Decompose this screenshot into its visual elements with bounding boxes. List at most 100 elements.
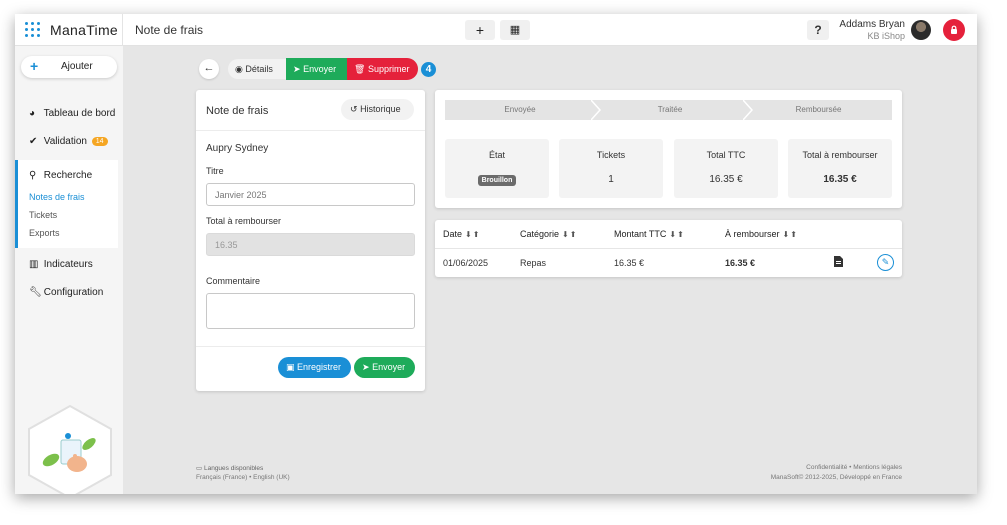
- logout-icon[interactable]: [943, 19, 965, 41]
- send-label: Envoyer: [303, 64, 337, 74]
- titre-input[interactable]: Janvier 2025: [206, 183, 415, 206]
- legal-links[interactable]: Confidentialité • Mentions légales: [806, 464, 902, 471]
- add-icon[interactable]: +: [465, 20, 495, 40]
- stat-value: 16.35 €: [823, 174, 857, 185]
- sidebar-item-label: Tableau de bord: [43, 108, 116, 119]
- stat-value: 1: [608, 174, 614, 185]
- stat-etat: État Brouillon: [445, 139, 549, 198]
- help-button[interactable]: ?: [807, 20, 829, 40]
- page-title: Note de frais: [135, 23, 204, 37]
- sidebar-item-configuration[interactable]: 🔧︎ Configuration: [29, 287, 103, 298]
- sidebar-item-label: Configuration: [43, 287, 104, 298]
- step-count-badge: 4: [421, 62, 436, 77]
- receipt-icon[interactable]: [834, 256, 843, 267]
- sidebar-item-dashboard[interactable]: ◕ Tableau de bord: [29, 108, 115, 119]
- pie-chart-icon: ◕: [29, 108, 36, 119]
- total-field: 16.35: [206, 233, 415, 256]
- divider: [196, 346, 425, 347]
- details-label: Détails: [245, 64, 273, 74]
- sidebar-item-label: Recherche: [43, 170, 93, 181]
- form-send-label: Envoyer: [372, 362, 406, 372]
- header-label: Montant TTC: [614, 229, 667, 239]
- user-organization: KB iShop: [867, 31, 905, 41]
- divider: [196, 130, 425, 131]
- column-header-category[interactable]: Catégorie ⬇⬆: [520, 229, 577, 239]
- form-title: Note de frais: [206, 105, 269, 117]
- employee-name: Aupry Sydney: [206, 143, 269, 154]
- edit-icon[interactable]: ✎: [877, 254, 894, 271]
- sidebar-sub-notes-de-frais[interactable]: Notes de frais: [29, 192, 85, 202]
- languages-list[interactable]: Français (France) • English (UK): [196, 474, 290, 481]
- divider: [435, 248, 902, 249]
- paper-plane-icon: ➤: [362, 362, 370, 372]
- add-button-label: Ajouter: [61, 61, 93, 72]
- check-icon: ✔: [29, 136, 38, 147]
- avatar[interactable]: [911, 20, 931, 40]
- header-label: À rembourser: [725, 229, 780, 239]
- history-icon: ↺: [350, 104, 358, 114]
- paper-plane-icon: ➤: [293, 64, 301, 74]
- history-label: Historique: [360, 104, 401, 114]
- cell-refund: 16.35 €: [725, 258, 756, 268]
- history-button[interactable]: ↺ Historique: [341, 99, 414, 120]
- sort-arrows-icon[interactable]: ⬇⬆: [465, 230, 480, 239]
- save-label: Enregistrer: [297, 362, 342, 372]
- send-button[interactable]: ➤ Envoyer: [286, 58, 347, 80]
- header-label: Catégorie: [520, 229, 560, 239]
- languages-title: ▭ Langues disponibles: [196, 464, 263, 472]
- app-logo[interactable]: ManaTime: [50, 22, 118, 38]
- comment-label: Commentaire: [206, 276, 261, 286]
- stat-value: 16.35 €: [709, 174, 743, 185]
- language-icon: ▭: [196, 465, 203, 472]
- sort-arrows-icon[interactable]: ⬇⬆: [562, 230, 577, 239]
- sidebar-sub-exports[interactable]: Exports: [29, 228, 60, 238]
- sidebar-item-indicateurs[interactable]: ▥ Indicateurs: [29, 259, 93, 270]
- cell-amount: 16.35 €: [614, 258, 645, 268]
- stat-total-rembourser: Total à rembourser 16.35 €: [788, 139, 892, 198]
- stat-total-ttc: Total TTC 16.35 €: [674, 139, 778, 198]
- stat-label: Total TTC: [706, 150, 746, 160]
- illustration-hexagon: [28, 404, 112, 494]
- sidebar-sub-tickets[interactable]: Tickets: [29, 210, 57, 220]
- column-header-date[interactable]: Date ⬇⬆: [443, 229, 480, 239]
- divider: [122, 14, 123, 46]
- step-traitee: Traitée: [657, 105, 683, 114]
- header-label: Date: [443, 229, 463, 239]
- apps-grid-icon[interactable]: [25, 22, 41, 38]
- cell-category: Repas: [520, 258, 547, 268]
- comment-textarea[interactable]: [206, 293, 415, 329]
- titre-label: Titre: [206, 166, 224, 176]
- eye-icon: ◉: [235, 64, 243, 74]
- copyright: ManaSoft© 2012-2025, Développé en France: [770, 474, 902, 481]
- sort-arrows-icon[interactable]: ⬇⬆: [669, 230, 684, 239]
- delete-button[interactable]: 🗑︎ Supprimer: [347, 58, 418, 80]
- form-send-button[interactable]: ➤ Envoyer: [354, 357, 415, 378]
- search-icon: ⚲: [29, 170, 37, 181]
- sidebar-item-label: Validation: [43, 136, 87, 147]
- tickets-table: Date ⬇⬆ Catégorie ⬇⬆ Montant TTC ⬇⬆ À rembo…: [435, 220, 902, 277]
- workflow-steps: Envoyée Traitée Remboursée: [445, 100, 892, 120]
- column-header-amount[interactable]: Montant TTC ⬇⬆: [614, 229, 685, 239]
- app-window: ManaTime Note de frais + ▦ ? Addams Brya…: [15, 14, 977, 494]
- sidebar-item-validation[interactable]: ✔ Validation 14: [29, 136, 108, 147]
- back-button[interactable]: ←: [199, 59, 219, 79]
- stat-label: Total à rembourser: [802, 150, 878, 160]
- cell-date: 01/06/2025: [443, 258, 489, 268]
- languages-title-text: Langues disponibles: [203, 465, 264, 472]
- step-remboursee: Remboursée: [795, 105, 842, 114]
- calendar-icon[interactable]: ▦: [500, 20, 530, 40]
- delete-label: Supprimer: [367, 64, 410, 74]
- wrench-icon: 🔧︎: [29, 287, 42, 298]
- bar-chart-icon: ▥: [29, 259, 39, 270]
- floppy-icon: ▣: [286, 362, 295, 372]
- status-badge: Brouillon: [477, 175, 517, 186]
- add-button[interactable]: + Ajouter: [21, 56, 117, 78]
- sort-arrows-icon[interactable]: ⬇⬆: [783, 230, 798, 239]
- trash-icon: 🗑︎: [354, 64, 366, 74]
- stat-label: État: [488, 150, 505, 160]
- sidebar-item-search[interactable]: ⚲ Recherche: [29, 170, 92, 181]
- save-button[interactable]: ▣ Enregistrer: [278, 357, 351, 378]
- details-button[interactable]: ◉ Détails: [228, 59, 286, 79]
- column-header-refund[interactable]: À rembourser ⬇⬆: [725, 229, 798, 239]
- total-label: Total à rembourser: [206, 216, 282, 226]
